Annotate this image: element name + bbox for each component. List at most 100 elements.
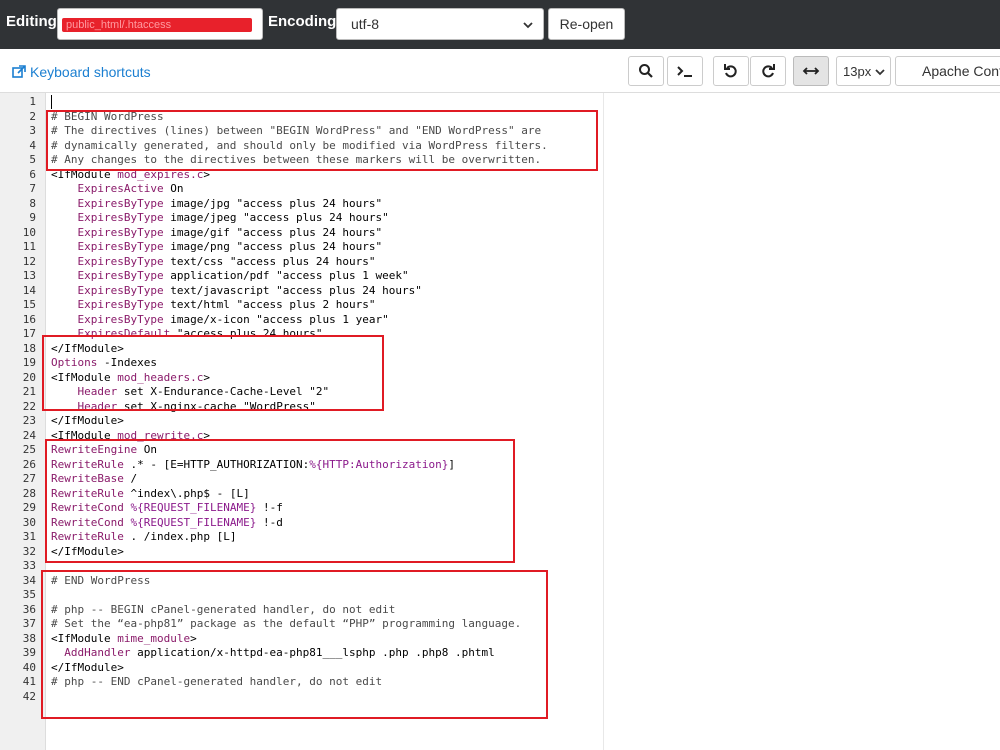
code-text[interactable]: ExpiresByType application/pdf "access pl… [51,269,409,284]
code-line[interactable]: 10 ExpiresByType image/gif "access plus … [0,226,1000,241]
code-text[interactable]: </IfModule> [51,661,124,676]
code-line[interactable]: 23 </IfModule> [0,414,1000,429]
code-text[interactable]: Header set X-Endurance-Cache-Level "2" [51,385,330,400]
code-line[interactable]: 25 RewriteEngine On [0,443,1000,458]
code-line[interactable]: 3 # The directives (lines) between "BEGIN… [0,124,1000,139]
code-line[interactable]: 35 [0,588,1000,603]
code-text[interactable]: # php -- BEGIN cPanel-generated handler,… [51,603,395,618]
code-line[interactable]: 42 [0,690,1000,705]
code-text[interactable]: ExpiresByType text/html "access plus 2 h… [51,298,376,313]
search-button[interactable] [628,56,664,86]
code-text[interactable]: <IfModule mod_rewrite.c> [51,429,210,444]
code-text[interactable]: Options -Indexes [51,356,157,371]
code-line[interactable]: 39 AddHandler application/x-httpd-ea-php… [0,646,1000,661]
code-line[interactable]: 22 Header set X-nginx-cache "WordPress" [0,400,1000,415]
code-text[interactable]: AddHandler application/x-httpd-ea-php81_… [51,646,494,661]
code-text[interactable]: ExpiresByType text/javascript "access pl… [51,284,422,299]
code-text[interactable]: ExpiresByType image/gif "access plus 24 … [51,226,383,241]
code-text[interactable]: RewriteBase / [51,472,137,487]
code-line[interactable]: 38 <IfModule mime_module> [0,632,1000,647]
code-line[interactable]: 40 </IfModule> [0,661,1000,676]
code-text[interactable]: ExpiresByType image/jpeg "access plus 24… [51,211,389,226]
line-number: 13 [22,269,36,282]
code-line[interactable]: 20 <IfModule mod_headers.c> [0,371,1000,386]
code-line[interactable]: 19 Options -Indexes [0,356,1000,371]
code-line[interactable]: 2 # BEGIN WordPress [0,110,1000,125]
code-text[interactable]: RewriteEngine On [51,443,157,458]
code-line[interactable]: 8 ExpiresByType image/jpg "access plus 2… [0,197,1000,212]
code-text[interactable]: ExpiresByType image/x-icon "access plus … [51,313,389,328]
code-text[interactable]: # dynamically generated, and should only… [51,139,548,154]
undo-button[interactable] [713,56,749,86]
code-text[interactable]: # BEGIN WordPress [51,110,164,125]
word-wrap-toggle[interactable] [793,56,829,86]
code-line[interactable]: 32 </IfModule> [0,545,1000,560]
code-text[interactable]: <IfModule mod_expires.c> [51,168,210,183]
code-text[interactable]: # The directives (lines) between "BEGIN … [51,124,541,139]
line-number: 6 [29,167,36,181]
code-line[interactable]: 9 ExpiresByType image/jpeg "access plus … [0,211,1000,226]
code-editor[interactable]: 1 2 # BEGIN WordPress 3 # The directives (li… [0,93,1000,750]
code-line[interactable]: 6 <IfModule mod_expires.c> [0,168,1000,183]
font-size-select[interactable]: 13px [836,56,891,86]
code-text[interactable]: RewriteRule .* - [E=HTTP_AUTHORIZATION:%… [51,458,455,473]
external-link-icon [12,65,26,78]
code-text[interactable]: </IfModule> [51,414,124,429]
code-line[interactable]: 1 [0,95,1000,110]
code-line[interactable]: 7 ExpiresActive On [0,182,1000,197]
code-text[interactable]: # php -- END cPanel-generated handler, d… [51,675,382,690]
code-line[interactable]: 34 # END WordPress [0,574,1000,589]
code-text[interactable]: </IfModule> [51,545,124,560]
code-line[interactable]: 5 # Any changes to the directives between… [0,153,1000,168]
code-text[interactable]: Header set X-nginx-cache "WordPress" [51,400,316,415]
code-text[interactable]: # END WordPress [51,574,150,589]
reopen-button[interactable]: Re-open [548,8,625,40]
line-number: 12 [22,254,36,268]
code-text[interactable]: RewriteCond %{REQUEST_FILENAME} !-f [51,501,283,516]
code-line[interactable]: 12 ExpiresByType text/css "access plus 2… [0,255,1000,270]
code-text[interactable]: </IfModule> [51,342,124,357]
code-line[interactable]: 13 ExpiresByType application/pdf "access… [0,269,1000,284]
code-text[interactable]: ExpiresByType image/png "access plus 24 … [51,240,383,255]
code-lines[interactable]: 1 2 # BEGIN WordPress 3 # The directives (li… [0,95,1000,704]
code-line[interactable]: 18 </IfModule> [0,342,1000,357]
code-line[interactable]: 17 ExpiresDefault "access plus 24 hours" [0,327,1000,342]
code-text[interactable]: # Set the “ea-php81” package as the defa… [51,617,521,632]
code-line[interactable]: 15 ExpiresByType text/html "access plus … [0,298,1000,313]
code-line[interactable]: 14 ExpiresByType text/javascript "access… [0,284,1000,299]
line-number: 17 [22,327,36,340]
code-line[interactable]: 21 Header set X-Endurance-Cache-Level "2… [0,385,1000,400]
code-line[interactable]: 31 RewriteRule . /index.php [L] [0,530,1000,545]
code-line[interactable]: 28 RewriteRule ^index\.php$ - [L] [0,487,1000,502]
code-line[interactable]: 26 RewriteRule .* - [E=HTTP_AUTHORIZATION… [0,458,1000,473]
code-text[interactable]: ExpiresByType image/jpg "access plus 24 … [51,197,383,212]
code-text[interactable]: # Any changes to the directives between … [51,153,541,168]
code-text[interactable]: ExpiresByType text/css "access plus 24 h… [51,255,376,270]
code-line[interactable]: 33 [0,559,1000,574]
code-line[interactable]: 11 ExpiresByType image/png "access plus … [0,240,1000,255]
code-line[interactable]: 41 # php -- END cPanel-generated handler,… [0,675,1000,690]
code-line[interactable]: 29 RewriteCond %{REQUEST_FILENAME} !-f [0,501,1000,516]
code-line[interactable]: 4 # dynamically generated, and should onl… [0,139,1000,154]
code-line[interactable]: 16 ExpiresByType image/x-icon "access pl… [0,313,1000,328]
code-text[interactable]: <IfModule mime_module> [51,632,197,647]
code-text[interactable]: ExpiresDefault "access plus 24 hours" [51,327,323,342]
redo-button[interactable] [750,56,786,86]
code-text[interactable]: RewriteCond %{REQUEST_FILENAME} !-d [51,516,283,531]
encoding-select[interactable]: utf-8 [336,8,544,40]
code-line[interactable]: 30 RewriteCond %{REQUEST_FILENAME} !-d [0,516,1000,531]
filename-field[interactable]: public_html/.htaccess [57,8,263,40]
line-number: 15 [22,298,36,311]
code-text[interactable]: ExpiresActive On [51,182,184,197]
code-line[interactable]: 24 <IfModule mod_rewrite.c> [0,429,1000,444]
code-line[interactable]: 36 # php -- BEGIN cPanel-generated handle… [0,603,1000,618]
code-text[interactable]: RewriteRule ^index\.php$ - [L] [51,487,250,502]
code-line[interactable]: 27 RewriteBase / [0,472,1000,487]
command-line-button[interactable] [667,56,703,86]
code-text[interactable]: <IfModule mod_headers.c> [51,371,210,386]
syntax-mode-select[interactable]: Apache Conf [895,56,1000,86]
keyboard-shortcuts-link[interactable]: Keyboard shortcuts [12,64,151,80]
code-text[interactable]: RewriteRule . /index.php [L] [51,530,236,545]
line-number: 18 [22,341,36,355]
code-line[interactable]: 37 # Set the “ea-php81” package as the de… [0,617,1000,632]
